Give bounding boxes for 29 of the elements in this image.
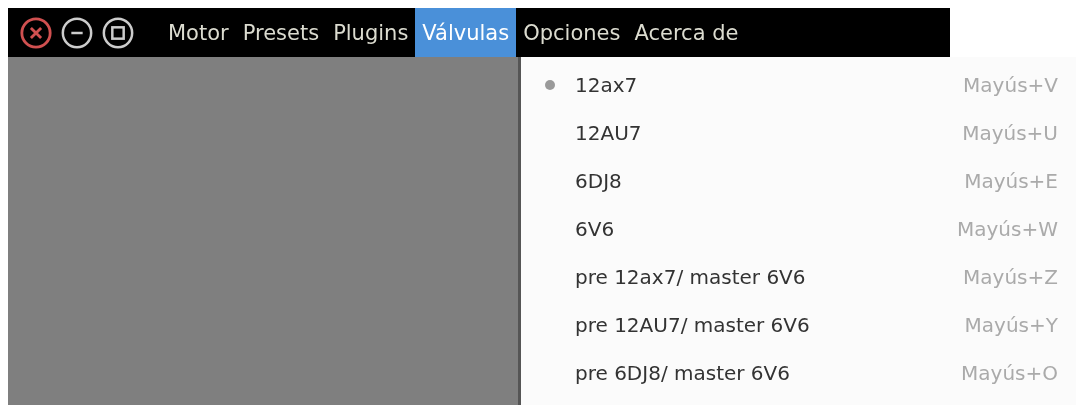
menu-item[interactable]: Presets	[235, 8, 327, 57]
radio-menu-item[interactable]: 12ax7 Mayús+V	[521, 61, 1076, 109]
shortcut-label: Mayús+E	[964, 169, 1058, 193]
menu-item[interactable]: Plugins	[326, 8, 416, 57]
shortcut-label: Mayús+V	[963, 73, 1058, 97]
maximize-icon[interactable]	[101, 15, 135, 50]
menu-item-label: 6V6	[575, 217, 616, 241]
radio-menu-item[interactable]: 6DJ8 Mayús+E	[521, 157, 1076, 205]
shortcut-label: Mayús+W	[957, 217, 1058, 241]
menu-item-label: 6DJ8	[575, 169, 623, 193]
radio-menu-item[interactable]: 12AU7 Mayús+U	[521, 109, 1076, 157]
menu-item[interactable]: Motor	[161, 8, 236, 57]
shortcut-label: Mayús+Z	[963, 265, 1058, 289]
menu-item-label: 12ax7	[575, 73, 639, 97]
menu-item[interactable]: Acerca de	[627, 8, 746, 57]
shortcut-label: Mayús+U	[962, 121, 1058, 145]
radio-menu-item[interactable]: 6V6 Mayús+W	[521, 205, 1076, 253]
menu-item-label: pre 12AU7/ master 6V6	[575, 313, 811, 337]
radio-menu-item[interactable]: pre 12ax7/ master 6V6 Mayús+Z	[521, 253, 1076, 301]
menu-item-label: 12AU7	[575, 121, 643, 145]
minimize-icon[interactable]	[60, 15, 94, 50]
radio-menu-item[interactable]: pre 12AU7/ master 6V6 Mayús+Y	[521, 301, 1076, 349]
menu-item-label: pre 12ax7/ master 6V6	[575, 265, 807, 289]
menu-item[interactable]: Opciones	[516, 8, 628, 57]
shortcut-label: Mayús+Y	[964, 313, 1058, 337]
close-icon[interactable]	[19, 15, 53, 50]
menu-item-label: pre 6DJ8/ master 6V6	[575, 361, 791, 385]
radio-menu-item[interactable]: pre 6DJ8/ master 6V6 Mayús+O	[521, 349, 1076, 397]
shortcut-label: Mayús+O	[961, 361, 1058, 385]
